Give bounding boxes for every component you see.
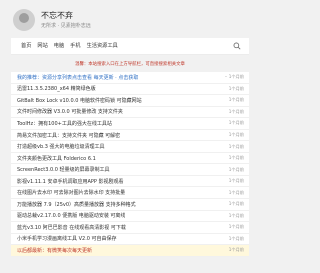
list-item[interactable]: 小米手机学习漫画离线工具 V2.0 可自由保存 1个月前	[11, 234, 249, 246]
post-date: 1个月前	[228, 143, 244, 149]
post-date: 1个月前	[228, 189, 244, 195]
post-title[interactable]: 影视v1.11.1 安卓手机调取应用APP 影视剧观看	[17, 178, 124, 185]
list-item[interactable]: 影视v1.11.1 安卓手机调取应用APP 影视剧观看 1个月前	[11, 176, 249, 188]
post-date: 1个月前	[228, 166, 244, 172]
list-item[interactable]: 蓝光v3.10 阿巴巴影音 在线观看高清影视 可下载 1个月前	[11, 222, 249, 234]
list-item[interactable]: 简易文件加密工具：支持文件夹 可隐藏 可解密 1个月前	[11, 130, 249, 142]
post-title[interactable]: 文件夹颜色更改工具 Folderico 6.1	[17, 155, 96, 162]
post-date: 1个月前	[228, 212, 244, 218]
main-nav: 首页 网站 电脑 手机 生活资源工具	[11, 38, 249, 55]
post-title[interactable]: 打造超级vb.3 强大的电脑垃圾清理工具	[17, 143, 105, 150]
list-item[interactable]: ScreenRect3.0.0 轻量级的屏幕录制工具 1个月前	[11, 164, 249, 176]
post-date: 1个月前	[228, 108, 244, 114]
post-date: 1个月前	[228, 120, 244, 126]
nav-item-pc[interactable]: 电脑	[54, 38, 64, 54]
site-subtitle: 无所求 · 见素抱朴志远	[41, 23, 91, 29]
post-title[interactable]: 以后都最新：有微笑每次每天更新	[17, 247, 92, 254]
post-date: 1个月前	[228, 132, 244, 137]
site-notice: 温馨：本站搜索入口在上方导航栏，可直接搜索相关文章	[75, 62, 185, 67]
post-title[interactable]: GitBalt Box Lock v10.0.0 电脑软件密码锁 可隐藏网站	[17, 97, 142, 104]
post-date: 1个月前	[228, 224, 244, 230]
list-item[interactable]: 文件时间修改器 V3.0.0 可批量修改 支持文件夹 1个月前	[11, 107, 249, 119]
site-title[interactable]: 不忘不弃	[41, 10, 73, 21]
post-date: 1个月前	[228, 201, 244, 207]
list-item[interactable]: 万能播放器 7.9（25v0）高质量播放器 支持多种格式 1个月前	[11, 199, 249, 211]
post-title[interactable]: 我的推荐：资源分享列表点击查看 每天更新 · 点击获取	[17, 74, 138, 81]
list-item[interactable]: 迅雷11.3.5.2380_x64 精简绿色版 1个月前	[11, 84, 249, 96]
post-title[interactable]: 在线图片去水印 可去除对图片去除水印 支持批量	[17, 189, 125, 196]
page: 不忘不弃 无所求 · 见素抱朴志远 首页 网站 电脑 手机 生活资源工具 温馨：…	[11, 0, 249, 257]
post-date: 1个月前	[228, 178, 244, 184]
nav-item-web[interactable]: 网站	[37, 38, 47, 54]
nav-item-mobile[interactable]: 手机	[70, 38, 80, 54]
post-title[interactable]: 万能播放器 7.9（25v0）高质量播放器 支持多种格式	[17, 201, 136, 208]
list-item[interactable]: 我的推荐：资源分享列表点击查看 每天更新 · 点击获取 ·· 1个月前	[11, 72, 249, 84]
post-date: ·· 1个月前	[224, 74, 244, 80]
post-date: 1个月前	[228, 155, 244, 161]
post-title[interactable]: 简易文件加密工具：支持文件夹 可隐藏 可解密	[17, 132, 120, 139]
post-title[interactable]: 迅雷11.3.5.2380_x64 精简绿色版	[17, 85, 96, 92]
post-title[interactable]: 蓝光v3.10 阿巴巴影音 在线观看高清影视 可下载	[17, 224, 126, 231]
site-header: 不忘不弃 无所求 · 见素抱朴志远	[11, 0, 249, 38]
post-list: 我的推荐：资源分享列表点击查看 每天更新 · 点击获取 ·· 1个月前 迅雷11…	[11, 72, 249, 257]
list-item[interactable]: ToolHz：拥有100+工具的强大在线工具站 1个月前	[11, 118, 249, 130]
post-date: 1个月前	[228, 85, 244, 91]
list-item[interactable]: 打造超级vb.3 强大的电脑垃圾清理工具 1个月前	[11, 141, 249, 153]
post-title[interactable]: ToolHz：拥有100+工具的强大在线工具站	[17, 120, 112, 127]
search-icon[interactable]	[233, 42, 241, 50]
post-title[interactable]: ScreenRect3.0.0 轻量级的屏幕录制工具	[17, 166, 110, 173]
nav-item-life-tools[interactable]: 生活资源工具	[87, 38, 118, 54]
post-title[interactable]: 驱动总裁v2.17.0.0 便携版 电脑驱动安装 可离线	[17, 212, 125, 219]
post-title[interactable]: 文件时间修改器 V3.0.0 可批量修改 支持文件夹	[17, 108, 123, 115]
avatar[interactable]	[13, 9, 35, 31]
list-item[interactable]: GitBalt Box Lock v10.0.0 电脑软件密码锁 可隐藏网站 1…	[11, 95, 249, 107]
list-item[interactable]: 以后都最新：有微笑每次每天更新 1个月前	[11, 245, 249, 257]
nav-item-home[interactable]: 首页	[21, 38, 31, 54]
list-item[interactable]: 驱动总裁v2.17.0.0 便携版 电脑驱动安装 可离线 1个月前	[11, 211, 249, 223]
post-date: 1个月前	[228, 247, 244, 253]
list-item[interactable]: 在线图片去水印 可去除对图片去除水印 支持批量 1个月前	[11, 187, 249, 200]
post-title[interactable]: 小米手机学习漫画离线工具 V2.0 可自由保存	[17, 235, 117, 242]
list-item[interactable]: 文件夹颜色更改工具 Folderico 6.1 1个月前	[11, 153, 249, 165]
post-date: 1个月前	[228, 235, 244, 241]
post-date: 1个月前	[228, 97, 244, 103]
